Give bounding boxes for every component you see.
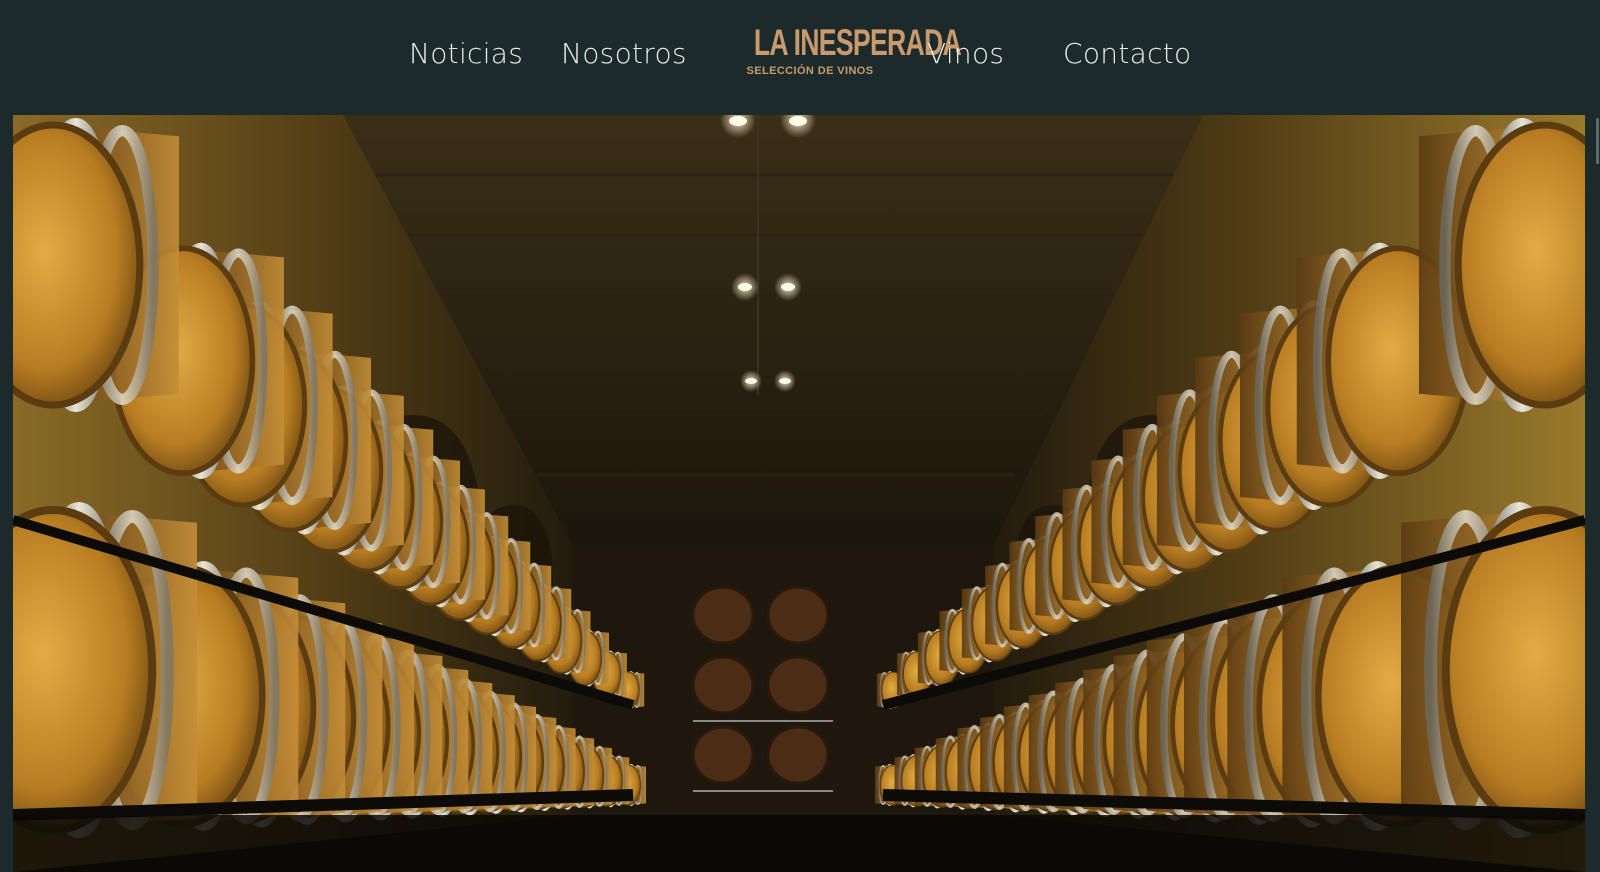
scrollbar-thumb[interactable] bbox=[1596, 118, 1599, 164]
hero-image bbox=[13, 115, 1585, 872]
site-logo[interactable]: LA INESPERADA SELECCIÓN DE VINOS bbox=[732, 22, 962, 88]
nav-link-noticias[interactable]: Noticias bbox=[409, 34, 523, 74]
nav-link-nosotros[interactable]: Nosotros bbox=[561, 34, 687, 74]
nav-link-vinos[interactable]: Vinos bbox=[927, 34, 1004, 74]
logo-tagline: SELECCIÓN DE VINOS bbox=[746, 65, 874, 77]
site-header: Noticias Nosotros LA INESPERADA SELECCIÓ… bbox=[0, 0, 1600, 115]
wine-cellar-photo bbox=[13, 115, 1585, 872]
logo-wordmark: LA INESPERADA bbox=[753, 22, 962, 63]
nav-link-contacto[interactable]: Contacto bbox=[1063, 34, 1191, 74]
